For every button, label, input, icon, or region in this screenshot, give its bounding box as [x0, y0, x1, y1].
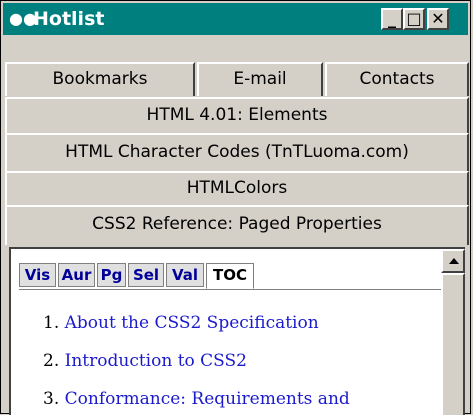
subtab-pg[interactable]: Pg — [97, 263, 126, 287]
toc-link[interactable]: About the CSS2 Specification — [65, 313, 319, 333]
tab-htmlcolors[interactable]: HTMLColors — [5, 171, 469, 205]
tab-html401-elements[interactable]: HTML 4.01: Elements — [5, 97, 469, 133]
scroll-up-button[interactable] — [441, 249, 465, 273]
toc-item[interactable]: 2. Introduction to CSS2 — [43, 351, 247, 371]
vertical-scrollbar[interactable] — [441, 249, 465, 415]
toc-number: 3. — [43, 389, 60, 409]
toc-number: 2. — [43, 351, 60, 371]
maximize-button[interactable]: □ — [403, 8, 425, 30]
toc-item[interactable]: 1. About the CSS2 Specification — [43, 313, 319, 333]
tab-html-character-codes[interactable]: HTML Character Codes (TnTLuoma.com) — [5, 133, 469, 171]
tab-email[interactable]: E-mail — [197, 62, 323, 96]
content-panel: Vis Aur Pg Sel Val TOC 1. About the CSS2… — [9, 247, 465, 415]
subtab-toc[interactable]: TOC — [206, 263, 254, 289]
minimize-button[interactable]: _ — [381, 8, 403, 30]
tab-contacts[interactable]: Contacts — [325, 62, 469, 96]
glasses-icon: ●● — [9, 9, 37, 28]
hotlist-window: ●● Hotlist _ □ ✕ Bookmarks E-mail Contac… — [0, 0, 471, 415]
subtab-sel[interactable]: Sel — [128, 263, 164, 287]
subtab-val[interactable]: Val — [166, 263, 204, 287]
arrow-up-icon — [449, 258, 459, 264]
toc-link[interactable]: Introduction to CSS2 — [65, 351, 247, 371]
toc-item[interactable]: 3. Conformance: Requirements and — [43, 389, 350, 409]
title-bar[interactable]: ●● Hotlist _ □ ✕ — [3, 3, 468, 35]
subtab-aur[interactable]: Aur — [58, 263, 95, 287]
subtab-vis[interactable]: Vis — [19, 263, 56, 287]
scroll-thumb[interactable] — [441, 273, 465, 415]
close-button[interactable]: ✕ — [427, 8, 449, 30]
toc-link[interactable]: Conformance: Requirements and — [65, 389, 350, 409]
window-title: Hotlist — [33, 8, 105, 30]
tab-css2-paged-properties[interactable]: CSS2 Reference: Paged Properties — [5, 205, 469, 245]
toc-number: 1. — [43, 313, 60, 333]
sub-tab-divider — [19, 289, 441, 290]
tab-bookmarks[interactable]: Bookmarks — [5, 62, 195, 96]
